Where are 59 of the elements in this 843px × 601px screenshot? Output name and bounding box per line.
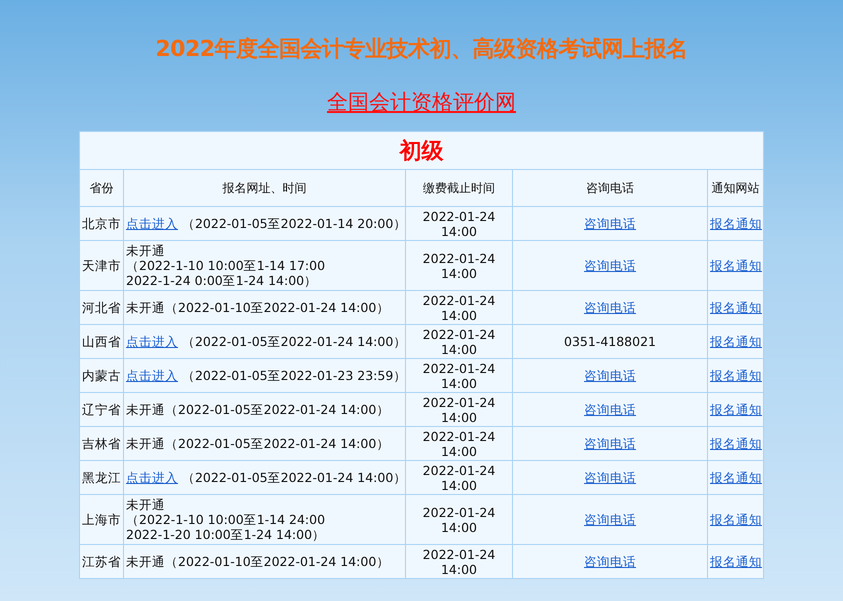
period-text: （2022-1-10 10:00至1-14 24:00	[126, 512, 326, 527]
phone-link[interactable]: 咨询电话	[584, 216, 636, 231]
period-text: （2022-01-10至2022-01-24 14:00）	[165, 300, 390, 315]
status-text: 未开通	[126, 497, 165, 512]
phone-link[interactable]: 咨询电话	[584, 554, 636, 569]
deadline-cell: 2022-01-24 14:00	[406, 494, 512, 544]
deadline-cell: 2022-01-24 14:00	[406, 426, 512, 460]
phone-number: 0351-4188021	[564, 334, 656, 349]
status-text: 未开通	[126, 554, 165, 569]
enter-link[interactable]: 点击进入	[126, 334, 178, 349]
deadline-cell: 2022-01-24 14:00	[406, 206, 512, 240]
province-cell: 黑龙江	[80, 460, 124, 494]
period-text: （2022-01-05至2022-01-24 14:00）	[165, 402, 390, 417]
column-header: 省份	[80, 170, 124, 206]
deadline-cell: 2022-01-24 14:00	[406, 358, 512, 392]
status-text: 未开通	[126, 243, 165, 258]
province-cell: 吉林省	[80, 426, 124, 460]
province-cell: 上海市	[80, 494, 124, 544]
status-text: 未开通	[126, 300, 165, 315]
enter-link[interactable]: 点击进入	[126, 470, 178, 485]
phone-link[interactable]: 咨询电话	[584, 368, 636, 383]
province-cell: 北京市	[80, 206, 124, 240]
column-header: 通知网站	[708, 170, 764, 206]
deadline-cell: 2022-01-24 14:00	[406, 460, 512, 494]
enter-link[interactable]: 点击进入	[126, 216, 178, 231]
period-text: （2022-01-10至2022-01-24 14:00）	[165, 554, 390, 569]
period-text: 2022-1-24 0:00至1-24 14:00）	[126, 273, 318, 288]
period-text: 2022-1-20 10:00至1-24 14:00）	[126, 527, 326, 542]
deadline-cell: 2022-01-24 14:00	[406, 240, 512, 290]
phone-link[interactable]: 咨询电话	[584, 258, 636, 273]
page-title: 2022年度全国会计专业技术初、高级资格考试网上报名	[155, 36, 688, 64]
period-text: （2022-01-05至2022-01-23 23:59）	[182, 368, 406, 383]
period-text: （2022-01-05至2022-01-24 14:00）	[182, 470, 406, 485]
period-text: （2022-01-05至2022-01-24 14:00）	[165, 436, 390, 451]
enter-link[interactable]: 点击进入	[126, 368, 178, 383]
phone-link[interactable]: 咨询电话	[584, 512, 636, 527]
province-cell: 河北省	[80, 290, 124, 324]
phone-link[interactable]: 咨询电话	[584, 402, 636, 417]
column-header: 咨询电话	[512, 170, 708, 206]
level-title: 初级	[400, 138, 444, 164]
deadline-cell: 2022-01-24 14:00	[406, 290, 512, 324]
column-header: 报名网址、时间	[124, 170, 406, 206]
deadline-cell: 2022-01-24 14:00	[406, 544, 512, 578]
deadline-cell: 2022-01-24 14:00	[406, 324, 512, 358]
status-text: 未开通	[126, 436, 165, 451]
province-cell: 内蒙古	[80, 358, 124, 392]
column-header: 缴费截止时间	[406, 170, 512, 206]
phone-link[interactable]: 咨询电话	[584, 436, 636, 451]
phone-link[interactable]: 咨询电话	[584, 470, 636, 485]
period-text: （2022-1-10 10:00至1-14 17:00	[126, 258, 326, 273]
province-cell: 天津市	[80, 240, 124, 290]
province-cell: 江苏省	[80, 544, 124, 578]
phone-link[interactable]: 咨询电话	[584, 300, 636, 315]
period-text: （2022-01-05至2022-01-24 14:00）	[182, 334, 406, 349]
period-text: （2022-01-05至2022-01-14 20:00）	[182, 216, 406, 231]
province-cell: 辽宁省	[80, 392, 124, 426]
deadline-cell: 2022-01-24 14:00	[406, 392, 512, 426]
status-text: 未开通	[126, 402, 165, 417]
province-cell: 山西省	[80, 324, 124, 358]
